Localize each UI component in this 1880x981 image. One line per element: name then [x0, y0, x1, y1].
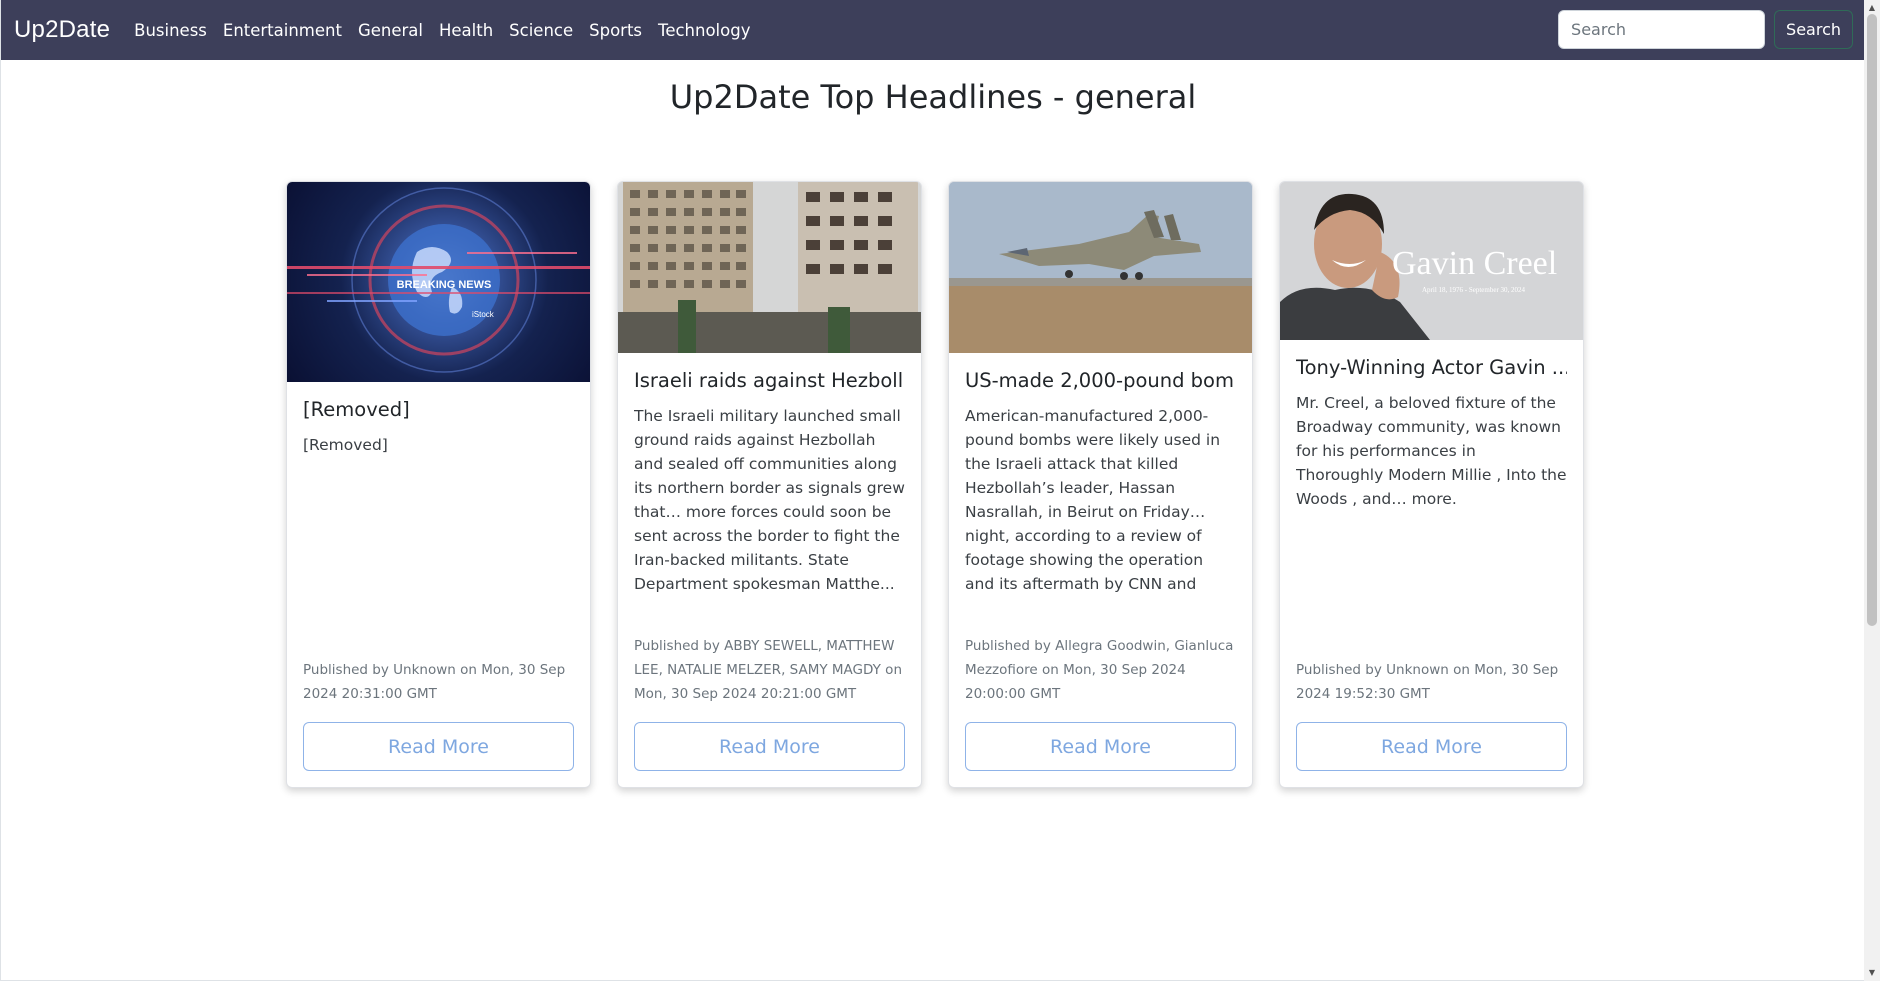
card-title: Tony-Winning Actor Gavin ... [1296, 356, 1567, 379]
news-card: Israeli raids against Hezboll... The Isr… [617, 181, 922, 788]
headline-cards: BREAKING NEWS iStock [Removed] [Removed]… [286, 181, 1584, 788]
damaged-apartment-building-image [618, 182, 921, 353]
svg-text:iStock: iStock [472, 310, 495, 319]
fighter-jet-image [949, 182, 1252, 353]
search-input[interactable] [1558, 10, 1766, 49]
browser-viewport: Up2Date Business Entertainment General H… [0, 0, 1864, 981]
card-description: Mr. Creel, a beloved fixture of the Broa… [1296, 394, 1567, 508]
card-published-info: Published by Allegra Goodwin, Gianluca M… [965, 638, 1234, 702]
read-more-button[interactable]: Read More [634, 722, 905, 771]
card-title: US-made 2,000-pound bom... [965, 369, 1236, 392]
card-published-info: Published by Unknown on Mon, 30 Sep 2024… [1296, 662, 1559, 702]
portrait-dates-text: April 18, 1976 - September 30, 2024 [1422, 286, 1526, 294]
scrollbar-thumb[interactable] [1867, 14, 1877, 626]
nav-link-general[interactable]: General [358, 21, 423, 40]
card-title: Israeli raids against Hezboll... [634, 369, 905, 392]
nav-links: Business Entertainment General Health Sc… [134, 21, 766, 40]
news-card: US-made 2,000-pound bom... American-manu… [948, 181, 1253, 788]
nav-link-entertainment[interactable]: Entertainment [223, 21, 342, 40]
news-card: Gavin Creel April 18, 1976 - September 3… [1279, 181, 1584, 788]
vertical-scrollbar[interactable]: ▲ ▼ [1864, 0, 1880, 981]
breaking-news-image: BREAKING NEWS iStock [287, 182, 590, 382]
nav-link-sports[interactable]: Sports [589, 21, 642, 40]
read-more-button[interactable]: Read More [303, 722, 574, 771]
read-more-button[interactable]: Read More [965, 722, 1236, 771]
page-title: Up2Date Top Headlines - general [669, 78, 1197, 116]
card-description: [Removed] [303, 436, 388, 454]
fighter-jet-graphic [949, 182, 1252, 353]
breaking-news-graphic: BREAKING NEWS iStock [287, 187, 590, 373]
gavin-creel-portrait-image: Gavin Creel April 18, 1976 - September 3… [1280, 182, 1583, 340]
nav-link-technology[interactable]: Technology [658, 21, 750, 40]
card-title: [Removed] [303, 398, 410, 421]
building-graphic [618, 182, 921, 353]
news-card: BREAKING NEWS iStock [Removed] [Removed]… [286, 181, 591, 788]
scroll-down-arrow-icon[interactable]: ▼ [1867, 968, 1877, 978]
portrait-name-text: Gavin Creel [1392, 245, 1557, 282]
nav-link-science[interactable]: Science [509, 21, 573, 40]
top-navbar: Up2Date Business Entertainment General H… [1, 0, 1864, 60]
nav-link-health[interactable]: Health [439, 21, 493, 40]
search-button[interactable]: Search [1774, 10, 1853, 49]
card-published-info: Published by ABBY SEWELL, MATTHEW LEE, N… [634, 638, 903, 702]
read-more-button[interactable]: Read More [1296, 722, 1567, 771]
card-published-info: Published by Unknown on Mon, 30 Sep 2024… [303, 662, 566, 702]
card-description: The Israeli military launched small grou… [634, 407, 905, 593]
card-description: American-manufactured 2,000-pound bombs … [965, 407, 1221, 593]
portrait-graphic: Gavin Creel April 18, 1976 - September 3… [1280, 182, 1583, 340]
breaking-news-text: BREAKING NEWS [397, 279, 492, 291]
card-body: Tony-Winning Actor Gavin ... Mr. Creel, … [1280, 340, 1583, 787]
scroll-up-arrow-icon[interactable]: ▲ [1867, 3, 1877, 13]
brand-logo[interactable]: Up2Date [14, 16, 110, 44]
nav-link-business[interactable]: Business [134, 21, 207, 40]
search-form: Search [1558, 10, 1853, 49]
